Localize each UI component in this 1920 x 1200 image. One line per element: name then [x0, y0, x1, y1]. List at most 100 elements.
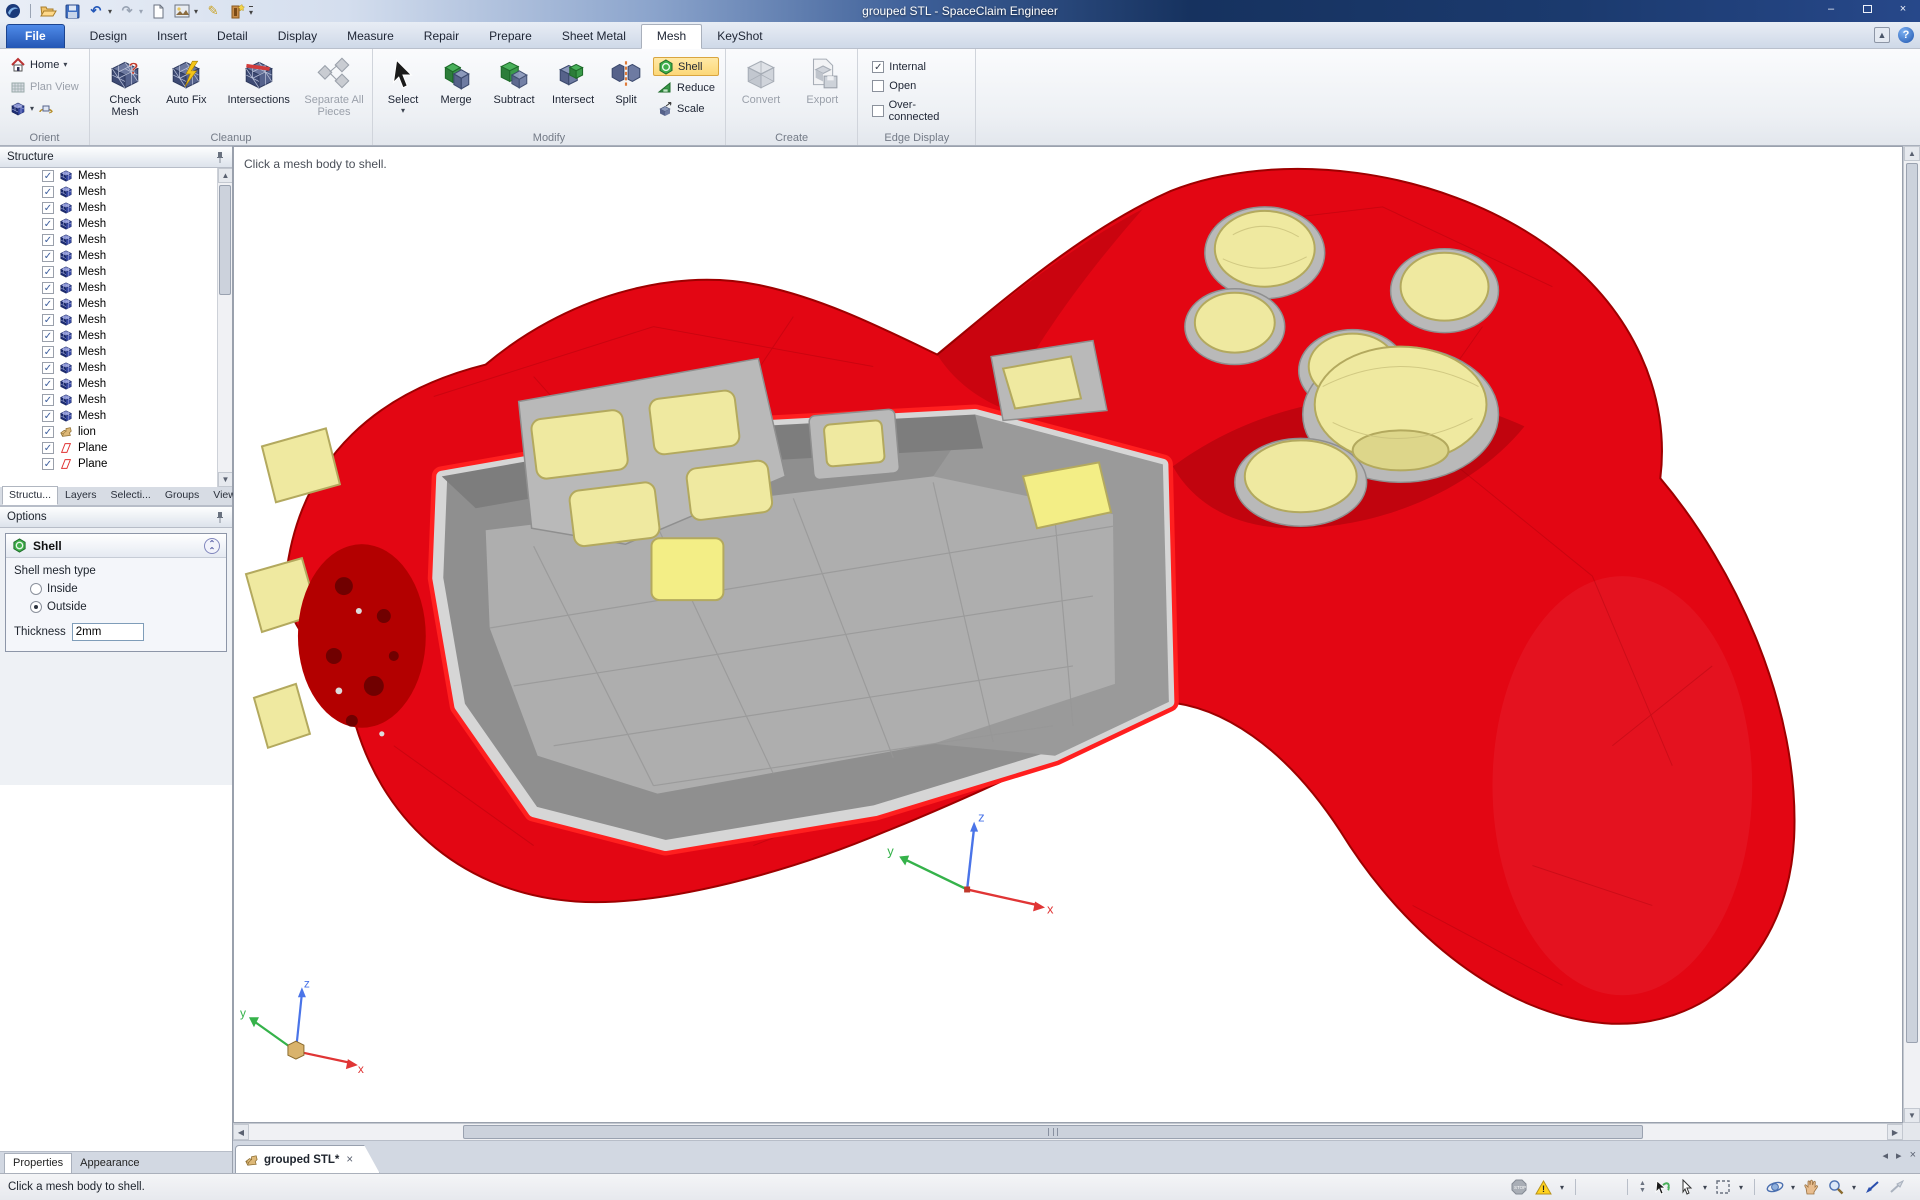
tree-item-mesh[interactable]: ✓Mesh	[0, 248, 232, 264]
pin-icon[interactable]	[214, 511, 226, 524]
tab-insert[interactable]: Insert	[142, 25, 202, 48]
tab-sheet-metal[interactable]: Sheet Metal	[547, 25, 641, 48]
maximize-button[interactable]	[1854, 2, 1880, 18]
tab-display[interactable]: Display	[263, 25, 332, 48]
tree-scrollbar[interactable]: ▲ ▼	[217, 168, 232, 487]
tab-appearance[interactable]: Appearance	[72, 1154, 147, 1173]
split-button[interactable]: Split	[604, 55, 648, 129]
pan-hand-icon[interactable]	[1802, 1178, 1820, 1196]
home-button[interactable]: Home▾	[6, 55, 83, 74]
tree-item-mesh[interactable]: ✓Mesh	[0, 376, 232, 392]
tree-item-mesh[interactable]: ✓Mesh	[0, 408, 232, 424]
visibility-checkbox[interactable]: ✓	[42, 330, 54, 342]
controller-3d-model[interactable]: z y x z y x	[234, 147, 1902, 1122]
visibility-checkbox[interactable]: ✓	[42, 186, 54, 198]
spin-dropdown-icon[interactable]: ▾	[1791, 1183, 1795, 1192]
thickness-input[interactable]	[72, 623, 144, 641]
tab-selection[interactable]: Selecti...	[104, 486, 158, 505]
model-viewport[interactable]: z y x z y x Click a mesh body to shell.	[233, 146, 1903, 1123]
tab-repair[interactable]: Repair	[409, 25, 474, 48]
select-dropdown-icon[interactable]: ▾	[401, 106, 405, 115]
tree-item-mesh[interactable]: ✓Mesh	[0, 312, 232, 328]
reduce-button[interactable]: Reduce	[653, 78, 719, 97]
tab-prepare[interactable]: Prepare	[474, 25, 547, 48]
visibility-checkbox[interactable]: ✓	[42, 266, 54, 278]
visibility-checkbox[interactable]: ✓	[42, 282, 54, 294]
visibility-checkbox[interactable]: ✓	[42, 234, 54, 246]
convert-button[interactable]: Convert	[733, 55, 789, 129]
minimize-ribbon-icon[interactable]: ▲	[1874, 27, 1890, 43]
zoom-in-arrow-icon[interactable]	[1863, 1178, 1881, 1196]
zoom-tool-icon[interactable]	[1827, 1178, 1845, 1196]
shell-button[interactable]: Shell	[653, 57, 719, 76]
scroll-down-icon[interactable]: ▼	[1904, 1108, 1920, 1123]
select-button[interactable]: Select ▾	[380, 55, 426, 129]
return-to-select-icon[interactable]	[1653, 1178, 1671, 1196]
tree-item-mesh[interactable]: ✓Mesh	[0, 360, 232, 376]
outside-radio-row[interactable]: Outside	[30, 601, 218, 613]
visibility-checkbox[interactable]: ✓	[42, 346, 54, 358]
visibility-checkbox[interactable]: ✓	[42, 426, 54, 438]
app-logo-icon[interactable]	[4, 2, 22, 20]
tree-item-mesh[interactable]: ✓Mesh	[0, 264, 232, 280]
check-mesh-button[interactable]: ? Check Mesh	[97, 55, 153, 129]
scale-button[interactable]: Scale	[653, 99, 719, 118]
view-orientation-button[interactable]: ▾	[6, 99, 83, 118]
horizontal-scrollbar[interactable]: ◀ ▶	[233, 1123, 1903, 1140]
select-tool-dropdown-icon[interactable]: ▾	[1703, 1183, 1707, 1192]
zoom-dropdown-icon[interactable]: ▾	[1852, 1183, 1856, 1192]
scroll-up-icon[interactable]: ▲	[218, 168, 232, 183]
inside-radio[interactable]	[30, 583, 42, 595]
scroll-up-icon[interactable]: ▲	[1904, 146, 1920, 161]
spin-orbit-icon[interactable]	[1766, 1178, 1784, 1196]
box-select-icon[interactable]	[1714, 1178, 1732, 1196]
tree-item-mesh[interactable]: ✓Mesh	[0, 280, 232, 296]
undo-icon[interactable]: ↶	[87, 2, 105, 20]
intersections-button[interactable]: Intersections	[220, 55, 298, 129]
close-button[interactable]: ×	[1890, 2, 1916, 18]
over-connected-checkbox-row[interactable]: Over-connected	[872, 99, 961, 123]
open-checkbox-row[interactable]: Open	[872, 80, 961, 92]
internal-checkbox[interactable]: ✓	[872, 61, 884, 73]
tree-item-mesh[interactable]: ✓Mesh	[0, 344, 232, 360]
visibility-checkbox[interactable]: ✓	[42, 298, 54, 310]
export-button[interactable]: Export	[794, 55, 850, 129]
sign-document-icon[interactable]: ✎	[204, 2, 222, 20]
tab-detail[interactable]: Detail	[202, 25, 263, 48]
merge-button[interactable]: Merge	[428, 55, 484, 129]
scroll-left-icon[interactable]: ◀	[233, 1124, 249, 1140]
tree-item-mesh[interactable]: ✓Mesh	[0, 216, 232, 232]
collapse-section-icon[interactable]: ⌃⌃	[204, 538, 220, 554]
visibility-checkbox[interactable]: ✓	[42, 218, 54, 230]
close-tab-icon[interactable]: ×	[1910, 1149, 1916, 1162]
outside-radio[interactable]	[30, 601, 42, 613]
visibility-checkbox[interactable]: ✓	[42, 250, 54, 262]
document-tab-grouped-stl[interactable]: grouped STL* ×	[235, 1145, 380, 1174]
tab-design[interactable]: Design	[75, 25, 142, 48]
tab-file[interactable]: File	[6, 24, 65, 48]
next-tab-icon[interactable]: ▸	[1896, 1149, 1902, 1162]
box-select-dropdown-icon[interactable]: ▾	[1739, 1183, 1743, 1192]
visibility-checkbox[interactable]: ✓	[42, 314, 54, 326]
tab-groups[interactable]: Groups	[158, 486, 206, 505]
warnings-icon[interactable]: !	[1535, 1178, 1553, 1196]
undo-dropdown-icon[interactable]: ▾	[108, 7, 112, 16]
visibility-checkbox[interactable]: ✓	[42, 394, 54, 406]
intersect-button[interactable]: Intersect	[544, 55, 602, 129]
over-connected-checkbox[interactable]	[872, 105, 883, 117]
internal-checkbox-row[interactable]: ✓ Internal	[872, 61, 961, 73]
separate-all-pieces-button[interactable]: Separate All Pieces	[303, 55, 365, 129]
stop-icon[interactable]: STOP	[1510, 1178, 1528, 1196]
plan-view-button[interactable]: Plan View	[6, 77, 83, 96]
subtract-button[interactable]: Subtract	[486, 55, 542, 129]
visibility-checkbox[interactable]: ✓	[42, 458, 54, 470]
view-dropdown-icon[interactable]: ▾	[30, 104, 34, 113]
tree-item-plane[interactable]: ✓Plane	[0, 456, 232, 472]
vertical-scrollbar[interactable]: ▲ ▼	[1903, 146, 1920, 1123]
spin-view-icon[interactable]	[38, 101, 54, 117]
close-document-icon[interactable]: ×	[346, 1154, 353, 1166]
tab-structure[interactable]: Structu...	[2, 486, 58, 505]
scroll-down-icon[interactable]: ▼	[218, 472, 232, 487]
tree-item-lion[interactable]: ✓lion	[0, 424, 232, 440]
scroll-thumb[interactable]	[219, 185, 231, 295]
